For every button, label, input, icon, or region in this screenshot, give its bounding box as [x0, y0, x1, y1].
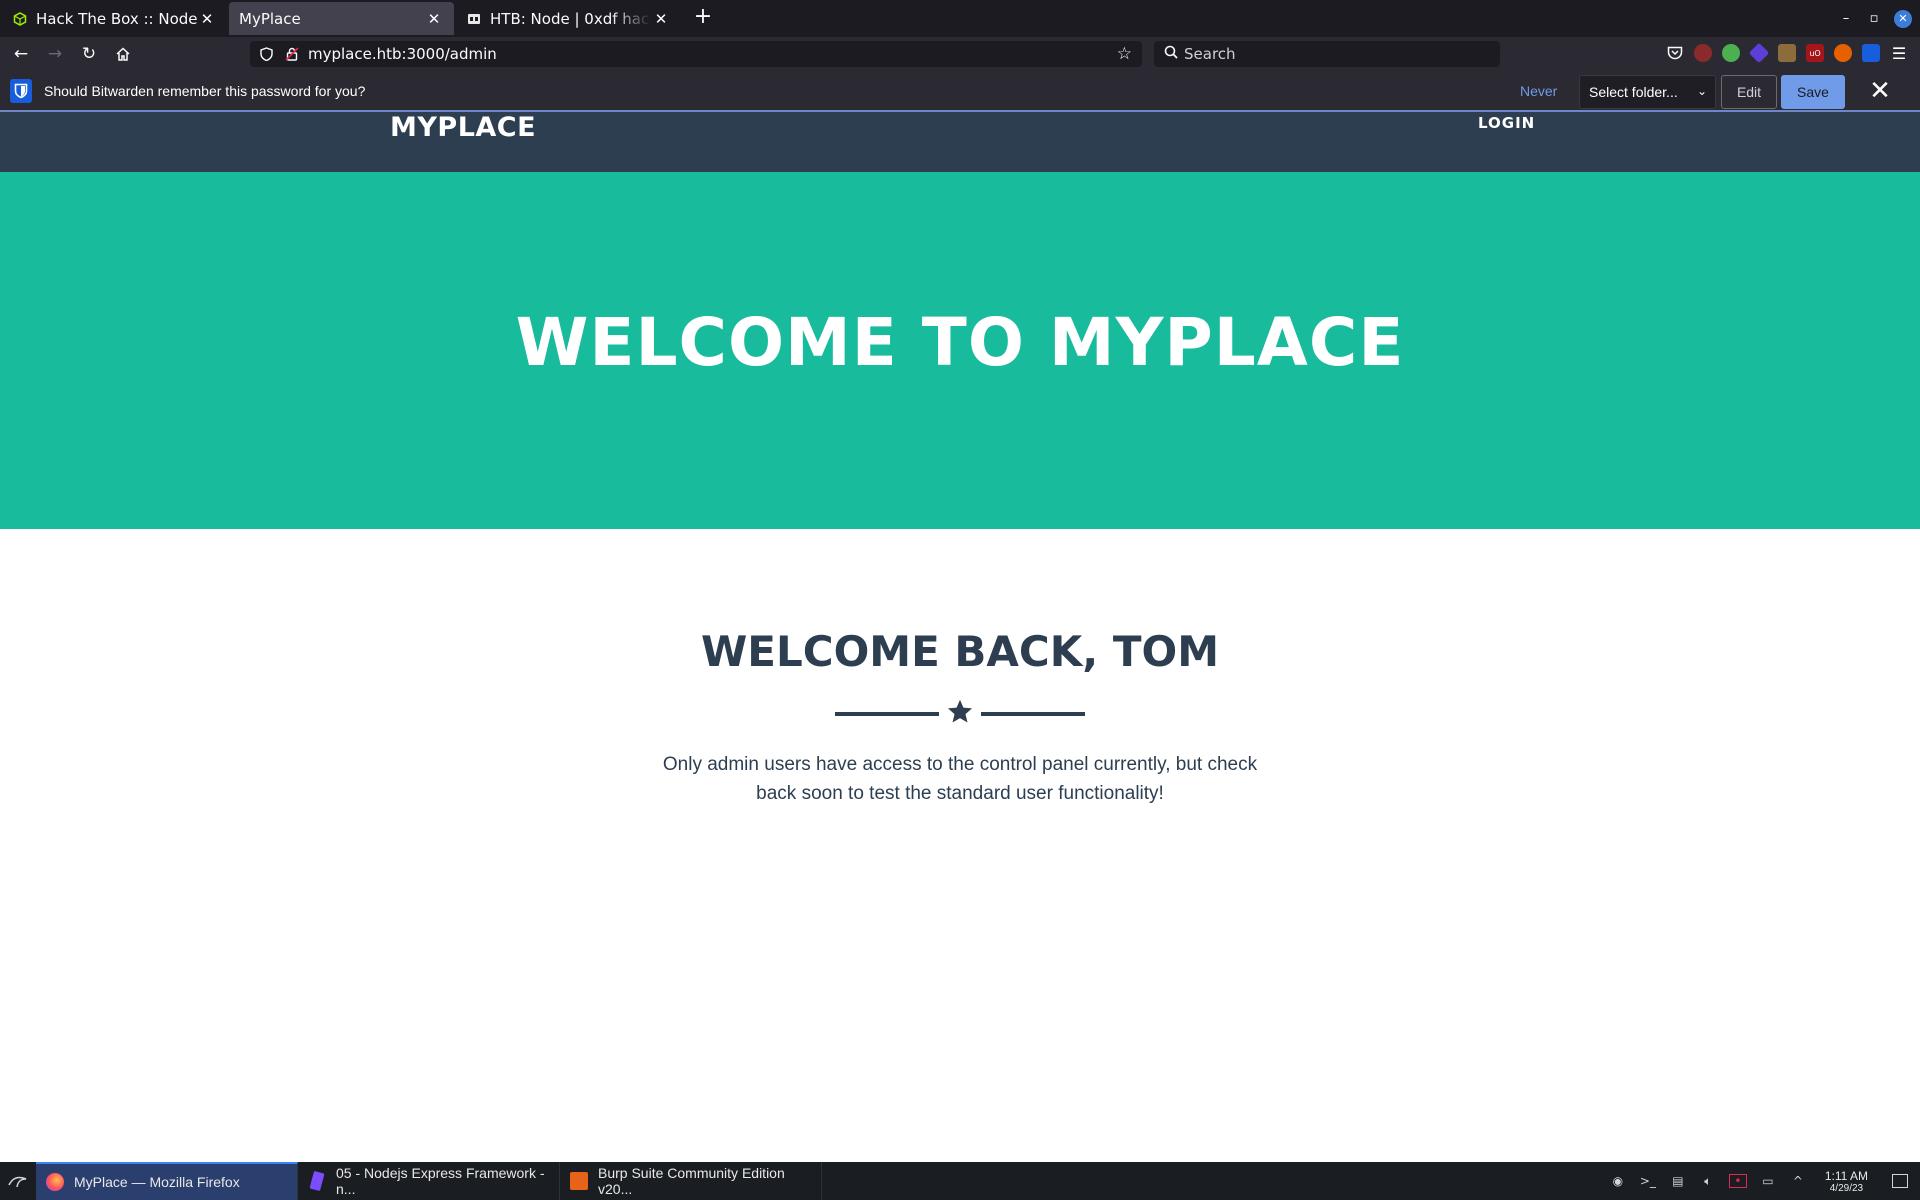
menu-hamburger-icon[interactable]: ☰	[1890, 44, 1908, 63]
extension-avatar-icon[interactable]	[1694, 44, 1712, 62]
star-divider	[835, 698, 1085, 728]
update-icon[interactable]: ◉	[1609, 1174, 1627, 1188]
foxyproxy-icon[interactable]	[1834, 44, 1852, 62]
os-taskbar: MyPlace — Mozilla Firefox 05 - Nodejs Ex…	[0, 1162, 1920, 1200]
clock-date: 4/29/23	[1829, 1182, 1864, 1194]
system-tray: ◉ >_ ▤ 🔈︎ • ▭ ^ 1:11 AM 4/29/23	[1597, 1162, 1920, 1200]
folder-select[interactable]: Select folder... ⌄	[1579, 75, 1716, 109]
star-icon	[947, 699, 973, 723]
welcome-heading: WELCOME BACK, TOM	[700, 627, 1220, 676]
save-button[interactable]: Save	[1781, 75, 1845, 109]
terminal-icon[interactable]: >_	[1639, 1174, 1657, 1188]
clock[interactable]: 1:11 AM 4/29/23	[1825, 1169, 1868, 1194]
volume-icon[interactable]: 🔈︎	[1699, 1174, 1717, 1188]
navigation-toolbar: ← → ↻ myplace.htb:3000/admin ☆ Search uO…	[0, 37, 1920, 71]
extension-green-icon[interactable]	[1722, 44, 1740, 62]
tab-0xdf[interactable]: HTB: Node | 0xdf hacks stuff ✕	[456, 2, 681, 35]
bitwarden-extension-icon[interactable]	[1862, 44, 1880, 62]
extension-wappalyzer-icon[interactable]	[1778, 44, 1796, 62]
url-text: myplace.htb:3000/admin	[308, 45, 497, 63]
tab-title: HTB: Node | 0xdf hacks stuff	[490, 9, 651, 28]
clock-time: 1:11 AM	[1824, 1168, 1868, 1183]
extensions-toolbar: uO ☰	[1656, 42, 1908, 64]
chevron-up-icon[interactable]: ^	[1789, 1174, 1807, 1188]
show-desktop-icon[interactable]	[1892, 1174, 1908, 1188]
site-brand[interactable]: MYPLACE	[390, 112, 536, 143]
folder-select-value: Select folder...	[1589, 84, 1678, 100]
minimize-icon[interactable]: –	[1832, 11, 1860, 26]
close-icon[interactable]: ✕	[1866, 77, 1894, 105]
shield-icon[interactable]	[256, 47, 276, 61]
bitwarden-prompt: Should Bitwarden remember this password …	[44, 82, 366, 99]
extension-purple-icon[interactable]	[1748, 42, 1770, 64]
tab-myplace[interactable]: MyPlace ✕	[229, 2, 454, 35]
forward-arrow-icon[interactable]: →	[38, 39, 72, 69]
network-icon[interactable]: ▭	[1759, 1174, 1777, 1188]
maximize-icon[interactable]: ▫	[1860, 11, 1888, 26]
edit-button[interactable]: Edit	[1721, 75, 1777, 109]
divider-line	[981, 712, 1085, 716]
close-window-icon[interactable]: ✕	[1894, 9, 1912, 28]
taskbar-item-label: Burp Suite Community Edition v20...	[598, 1165, 785, 1197]
never-button[interactable]: Never	[1520, 83, 1557, 99]
htb-cube-icon	[12, 11, 28, 27]
ublock-origin-icon[interactable]: uO	[1806, 44, 1824, 62]
url-bar[interactable]: myplace.htb:3000/admin ☆	[250, 41, 1142, 67]
taskbar-item-firefox[interactable]: MyPlace — Mozilla Firefox	[36, 1162, 298, 1200]
tab-title: Hack The Box :: Node	[36, 9, 197, 28]
new-tab-button[interactable]: +	[687, 2, 719, 34]
battery-icon[interactable]: •	[1728, 1174, 1747, 1188]
tab-bar: Hack The Box :: Node ✕ MyPlace ✕ HTB: No…	[0, 0, 1920, 37]
burp-icon	[570, 1172, 588, 1190]
tab-close-icon[interactable]: ✕	[651, 9, 671, 29]
taskbar-item-label: MyPlace — Mozilla Firefox	[74, 1174, 240, 1190]
chevron-down-icon: ⌄	[1696, 84, 1707, 98]
taskbar-item-obsidian[interactable]: 05 - Nodejs Express Framework - n...	[298, 1162, 560, 1200]
hero-title: WELCOME TO MYPLACE	[515, 304, 1405, 381]
search-bar[interactable]: Search	[1154, 41, 1500, 67]
reload-icon[interactable]: ↻	[72, 39, 106, 69]
obsidian-icon	[309, 1170, 325, 1192]
window-controls: – ▫ ✕	[1832, 0, 1920, 37]
bookmark-star-icon[interactable]: ☆	[1117, 44, 1132, 64]
back-arrow-icon[interactable]: ←	[4, 39, 38, 69]
divider-line	[835, 712, 939, 716]
insecure-lock-icon[interactable]	[282, 47, 302, 61]
search-placeholder: Search	[1184, 45, 1236, 63]
home-icon[interactable]	[106, 39, 140, 69]
site-navbar: MYPLACE LOGIN	[0, 112, 1920, 172]
clipboard-icon[interactable]: ▤	[1669, 1174, 1687, 1188]
taskbar-item-burp[interactable]: Burp Suite Community Edition v20...	[560, 1162, 822, 1200]
firefox-icon	[46, 1173, 64, 1191]
hero-banner: WELCOME TO MYPLACE	[0, 172, 1920, 529]
kali-menu-icon[interactable]	[0, 1162, 36, 1200]
search-icon	[1164, 45, 1178, 63]
bitwarden-save-bar: Should Bitwarden remember this password …	[0, 71, 1920, 112]
main-content: WELCOME BACK, TOM Only admin users have …	[0, 529, 1920, 808]
bitwarden-shield-icon	[10, 78, 32, 103]
taskbar-item-label: 05 - Nodejs Express Framework - n...	[336, 1165, 545, 1197]
0xdf-icon	[466, 11, 482, 27]
tab-hack-the-box[interactable]: Hack The Box :: Node ✕	[2, 2, 227, 35]
description-text: Only admin users have access to the cont…	[662, 754, 1258, 804]
tab-title: MyPlace	[239, 9, 301, 28]
tab-close-icon[interactable]: ✕	[424, 9, 444, 29]
login-link[interactable]: LOGIN	[1478, 114, 1535, 132]
pocket-icon[interactable]	[1666, 44, 1684, 62]
tab-close-icon[interactable]: ✕	[197, 9, 217, 29]
